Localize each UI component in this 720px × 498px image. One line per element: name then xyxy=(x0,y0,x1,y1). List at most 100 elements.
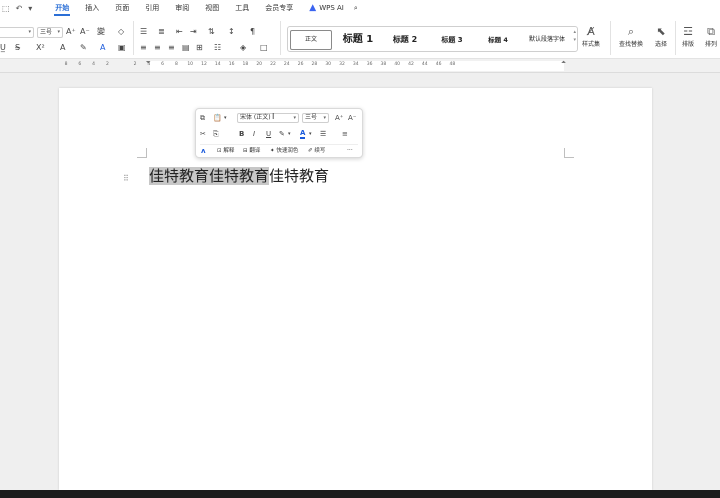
style-normal[interactable]: 正文 xyxy=(290,30,332,50)
translate-button[interactable]: ⊟ 翻译 xyxy=(243,147,260,155)
horizontal-ruler[interactable]: 8 6 4 2 2 4 6 8 10 12 14 16 18 20 22 24 26 28 30 32 34 36 38 40… xyxy=(0,59,720,73)
selected-text[interactable]: 佳特教育佳特教育 xyxy=(149,167,270,185)
mini-font-size-select[interactable]: 三号 ▾ xyxy=(302,113,329,123)
font-color-icon[interactable]: A xyxy=(100,43,105,53)
style-heading-4[interactable]: 标题 4 xyxy=(480,30,516,50)
search-icon[interactable]: ⌕ xyxy=(353,0,359,17)
tab-page[interactable]: 页面 xyxy=(114,0,130,17)
shrink-font-icon[interactable]: A⁻ xyxy=(348,113,356,123)
ruler-number: 32 xyxy=(339,62,345,67)
typeset-label: 排版 xyxy=(681,41,694,48)
paste-icon[interactable]: 📋 xyxy=(213,113,222,123)
style-set-button[interactable]: A̸ 样式集 xyxy=(576,25,606,48)
unselected-text[interactable]: 佳特教育 xyxy=(269,167,329,185)
indent-marker-icon[interactable]: ⏷ xyxy=(146,59,151,67)
font-color-dropdown-icon[interactable]: ▾ xyxy=(309,129,312,139)
bullet-list-icon[interactable]: ☰ xyxy=(140,27,147,37)
align-center-icon[interactable]: ≡ xyxy=(154,43,161,53)
style-heading-1[interactable]: 标题 1 xyxy=(338,30,378,50)
select-button[interactable]: ⬉ 选择 xyxy=(648,25,674,48)
text-cursor-icon: I xyxy=(272,112,275,121)
wps-ai-button[interactable]: ᴧ xyxy=(201,147,206,156)
underline-icon[interactable]: U̲ xyxy=(0,43,6,53)
distribute-icon[interactable]: ⊞ xyxy=(196,43,203,53)
tab-member[interactable]: 会员专享 xyxy=(264,0,294,17)
font-color-icon[interactable]: A xyxy=(300,129,306,139)
tab-wps-ai[interactable]: ▲ WPS AI xyxy=(308,0,345,17)
mini-font-name-select[interactable]: 宋体 (正文) ▾ xyxy=(237,113,299,123)
grow-font-icon[interactable]: A⁺ xyxy=(335,113,343,123)
style-heading-3[interactable]: 标题 3 xyxy=(433,30,471,50)
shrink-font-icon[interactable]: A⁻ xyxy=(80,27,90,37)
tab-references[interactable]: 引用 xyxy=(144,0,160,17)
copy-icon[interactable]: ⧉ xyxy=(200,113,205,123)
document-paragraph[interactable]: 佳特教育佳特教育佳特教育 xyxy=(149,165,329,187)
typeset-button[interactable]: ☲ 排版 xyxy=(676,25,700,48)
format-painter-icon[interactable]: ⎘ xyxy=(213,129,219,139)
tab-review[interactable]: 审阅 xyxy=(174,0,190,17)
ruler-number: 10 xyxy=(187,62,194,67)
undo-icon[interactable]: ↶ xyxy=(16,4,23,13)
text-effect-icon[interactable]: A xyxy=(60,43,65,53)
line-spacing-icon[interactable]: ↕ xyxy=(228,27,235,37)
char-border-icon[interactable]: ▣ xyxy=(118,43,126,53)
tab-tools[interactable]: 工具 xyxy=(234,0,250,17)
ribbon-separator xyxy=(133,21,134,55)
bold-button[interactable]: B xyxy=(239,129,244,139)
more-actions-button[interactable]: ··· xyxy=(347,147,353,155)
ruler-number: 48 xyxy=(449,62,456,67)
styles-gallery: 正文 标题 1 标题 2 标题 3 标题 4 默认段落字体 ▴ ▾ xyxy=(287,26,578,52)
typeset-icon: ☲ xyxy=(683,25,693,38)
quick-polish-button[interactable]: ✦ 快速润色 xyxy=(270,147,298,155)
show-marks-icon[interactable]: ¶ xyxy=(250,27,255,37)
ruler-number: 22 xyxy=(270,62,276,67)
font-size-value: 三号 xyxy=(40,29,53,36)
style-default-para-font[interactable]: 默认段落字体 xyxy=(521,30,573,50)
ruler-number: 8 xyxy=(64,62,68,67)
font-name-select[interactable]: ▾ xyxy=(0,27,34,38)
strikethrough-icon[interactable]: S̶ xyxy=(15,43,20,53)
align-icon[interactable]: ≡ xyxy=(342,129,348,139)
explain-button[interactable]: ⊡ 解释 xyxy=(217,147,234,155)
superscript-icon[interactable]: X² xyxy=(36,43,45,53)
bullet-list-icon[interactable]: ☰ xyxy=(320,129,326,139)
ruler-number: 6 xyxy=(78,62,82,67)
border-icon[interactable]: □ xyxy=(260,43,268,53)
arrange-button[interactable]: ⧉ 排列 xyxy=(700,25,720,48)
underline-button[interactable]: U xyxy=(266,129,271,139)
align-right-icon[interactable]: ≡ xyxy=(168,43,175,53)
wps-ai-icon: ᴧ xyxy=(201,147,206,155)
highlight-dropdown-icon[interactable]: ▾ xyxy=(288,129,291,139)
continue-write-label: 续写 xyxy=(314,148,326,154)
sort-icon[interactable]: ⇅ xyxy=(208,27,215,37)
ruler-number: 30 xyxy=(325,62,332,67)
justify-icon[interactable]: ▤ xyxy=(182,43,190,53)
highlight-icon[interactable]: ✎ xyxy=(279,129,285,139)
cut-icon[interactable]: ✂ xyxy=(200,129,206,139)
tab-home[interactable]: 开始 xyxy=(54,0,71,17)
quick-access-dropdown-icon[interactable]: ▾ xyxy=(28,4,32,13)
paragraph-spacing-icon[interactable]: ☷ xyxy=(214,43,221,53)
clear-format-icon[interactable]: ◇ xyxy=(118,27,124,37)
phonetic-guide-icon[interactable]: 變 xyxy=(97,27,105,37)
right-indent-marker-icon[interactable]: ⏶ xyxy=(561,59,566,67)
ribbon-separator xyxy=(280,21,281,55)
numbered-list-icon[interactable]: ≣ xyxy=(158,27,165,37)
find-replace-button[interactable]: ⌕ 查找替换 xyxy=(616,25,646,48)
increase-indent-icon[interactable]: ⇥ xyxy=(190,27,197,37)
align-left-icon[interactable]: ≡ xyxy=(140,43,147,53)
tab-insert[interactable]: 插入 xyxy=(84,0,100,17)
menu-tab-bar: ⬚ ↶ ▾ 开始 插入 页面 引用 审阅 视图 工具 会员专享 ▲ WPS AI… xyxy=(0,0,720,17)
continue-write-button[interactable]: ✐ 续写 xyxy=(308,147,325,155)
save-icon[interactable]: ⬚ xyxy=(2,4,10,13)
paste-dropdown-icon[interactable]: ▾ xyxy=(224,113,227,123)
highlight-icon[interactable]: ✎ xyxy=(80,43,87,53)
tab-view[interactable]: 视图 xyxy=(204,0,220,17)
grow-font-icon[interactable]: A⁺ xyxy=(66,27,76,37)
paragraph-drag-handle-icon[interactable]: ⠿ xyxy=(123,174,129,183)
style-heading-2[interactable]: 标题 2 xyxy=(386,30,424,50)
italic-button[interactable]: I xyxy=(253,129,255,139)
decrease-indent-icon[interactable]: ⇤ xyxy=(176,27,183,37)
shading-icon[interactable]: ◈ xyxy=(240,43,246,53)
font-size-select[interactable]: 三号 ▾ xyxy=(37,27,63,38)
